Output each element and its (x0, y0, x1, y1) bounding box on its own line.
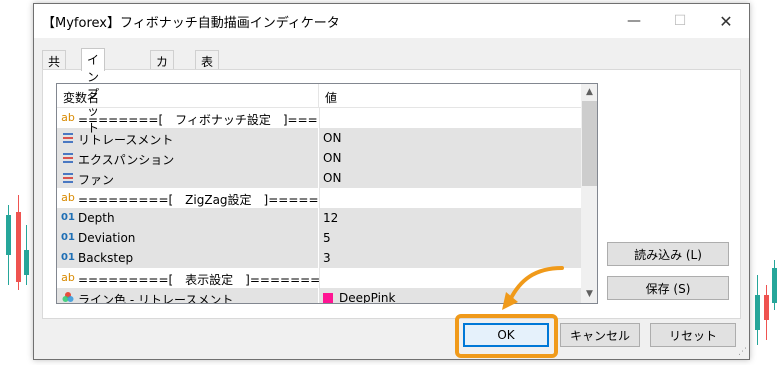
pointer-arrow-icon (502, 266, 564, 310)
enum-type-icon (61, 151, 75, 165)
palette-icon (61, 291, 75, 303)
ok-highlight-frame (455, 314, 558, 358)
param-name: =========[ 表示設定 ]========= (78, 273, 341, 287)
grid-header: 変数名 値 (57, 84, 581, 108)
column-header-value[interactable]: 値 (325, 89, 337, 106)
param-name: ライン色 - リトレースメント (78, 293, 234, 304)
param-name: Depth (78, 211, 115, 225)
candle (764, 295, 769, 320)
integer-type-icon: 01 (61, 212, 75, 223)
candle (16, 212, 21, 282)
indicator-dialog: 【Myforex】フィボナッチ自動描画インディケータ — ☐ ✕ 共有 インプッ… (33, 3, 750, 360)
candle (755, 295, 760, 330)
table-row[interactable]: リトレースメント ON (57, 128, 581, 148)
column-divider[interactable] (318, 84, 319, 108)
load-button[interactable]: 読み込み (L) (607, 242, 729, 266)
param-value[interactable]: ON (323, 151, 341, 165)
vertical-scrollbar[interactable]: ▲ ▼ (581, 84, 597, 303)
param-name: Backstep (78, 251, 134, 265)
param-name: ファン (78, 173, 115, 187)
string-type-icon: ab (61, 191, 75, 204)
tab-input[interactable]: インプット (81, 48, 106, 135)
tab-color[interactable]: カラー (150, 50, 175, 103)
param-name: Deviation (78, 231, 136, 245)
table-row[interactable]: エクスパンション ON (57, 148, 581, 168)
close-icon[interactable]: ✕ (703, 4, 749, 38)
input-tab-panel: 変数名 値 ab ========[ フィボナッチ設定 ]======== リトレ… (42, 69, 741, 319)
save-button[interactable]: 保存 (S) (607, 276, 729, 300)
color-swatch (323, 293, 333, 303)
candle (6, 215, 11, 255)
param-value[interactable]: 3 (323, 251, 331, 265)
scrollbar-thumb[interactable] (582, 101, 597, 186)
param-name: =========[ ZigZag設定 ]======== (78, 193, 349, 207)
param-value[interactable]: ON (323, 171, 341, 185)
integer-type-icon: 01 (61, 252, 75, 263)
table-row[interactable]: ab ========[ フィボナッチ設定 ]======== (57, 108, 581, 128)
string-type-icon: ab (61, 111, 75, 124)
enum-type-icon (61, 131, 75, 145)
cancel-button[interactable]: キャンセル (560, 323, 640, 347)
tab-common[interactable]: 共有 (42, 50, 67, 86)
table-row[interactable]: ab =========[ ZigZag設定 ]======== (57, 188, 581, 208)
window-title: 【Myforex】フィボナッチ自動描画インディケータ (42, 16, 340, 31)
maximize-icon: ☐ (673, 13, 687, 29)
integer-type-icon: 01 (61, 232, 75, 243)
param-value[interactable]: 12 (323, 211, 338, 225)
enum-type-icon (61, 171, 75, 185)
table-row[interactable]: 01 Deviation 5 (57, 228, 581, 248)
candle (772, 268, 777, 303)
candle (24, 250, 29, 275)
minimize-icon[interactable]: — (611, 4, 657, 38)
param-value[interactable]: DeepPink (339, 291, 395, 303)
scroll-down-icon[interactable]: ▼ (581, 286, 597, 303)
title-bar: 【Myforex】フィボナッチ自動描画インディケータ — ☐ ✕ (34, 4, 749, 38)
reset-button[interactable]: リセット (650, 323, 736, 347)
resize-grip-icon[interactable]: ⋰ (738, 347, 747, 357)
tab-display[interactable]: 表示選択 (195, 50, 220, 120)
scroll-up-icon[interactable]: ▲ (581, 84, 597, 101)
string-type-icon: ab (61, 271, 75, 284)
param-name: エクスパンション (78, 153, 175, 167)
param-value[interactable]: 5 (323, 231, 331, 245)
param-value[interactable]: ON (323, 131, 341, 145)
table-row[interactable]: ファン ON (57, 168, 581, 188)
table-row[interactable]: 01 Depth 12 (57, 208, 581, 228)
